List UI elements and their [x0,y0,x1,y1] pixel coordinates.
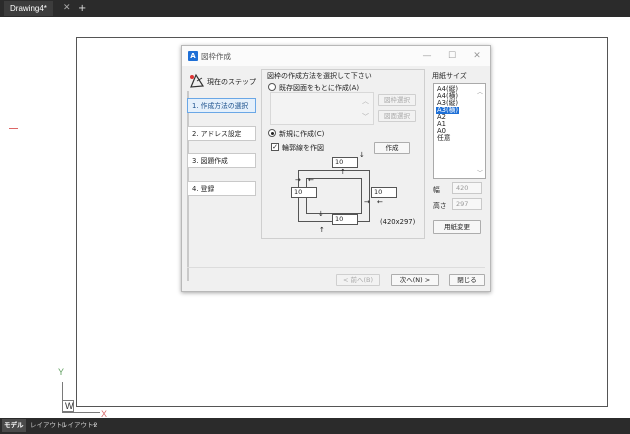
margin-right-field[interactable]: 10 [371,187,397,198]
margin-top-field[interactable]: 10 [332,157,358,168]
width-field[interactable]: 420 [452,182,482,194]
step-address-settings[interactable]: 2. アドレス設定 [187,126,256,141]
method-heading: 図枠の作成方法を選択して下さい [267,72,372,80]
paper-size-title: 用紙サイズ [432,72,467,80]
ucs-x-axis [62,412,100,413]
radio-new[interactable] [268,129,276,137]
ucs-w-label: W [65,401,74,411]
arrow-left-icon: ← [308,176,314,184]
new-tab-button[interactable]: + [78,1,86,16]
chevron-down-icon: ﹀ [362,113,369,121]
arrow-up-icon: ↑ [319,226,325,234]
close-button[interactable]: 閉じる [449,274,485,286]
radio-new-label[interactable]: 新規に作成(C) [279,129,324,139]
existing-drawing-list[interactable] [270,92,374,125]
border-checkbox[interactable]: ✓ [271,143,279,151]
step-title-block[interactable]: 3. 図題作成 [187,153,256,168]
app-logo-icon: A [188,51,198,61]
tab-model[interactable]: モデル [2,419,26,432]
radio-existing[interactable] [268,83,276,91]
maximize-button[interactable]: ☐ [443,48,461,64]
back-button[interactable]: < 前へ(B) [336,274,380,286]
step-register[interactable]: 4. 登録 [187,181,256,196]
current-step-label: 現在のステップ [207,78,256,86]
footer-separator [187,267,485,268]
step-select-method[interactable]: 1. 作成方法の選択 [187,98,256,113]
drawing-select-button[interactable]: 図面選択 [378,110,416,122]
width-label: 幅 [433,186,440,194]
margin-bottom-field[interactable]: 10 [332,214,358,225]
chevron-up-icon: ︿ [362,97,369,105]
paper-size-readout: (420x297) [380,218,416,226]
create-button[interactable]: 作成 [374,142,410,154]
margin-left-field[interactable]: 10 [291,187,317,198]
next-button[interactable]: 次へ(N) > [391,274,439,286]
dialog-title: 図枠作成 [201,52,231,61]
arrow-left-icon: ← [377,198,383,206]
height-field[interactable]: 297 [452,198,482,210]
tab-drawing4[interactable]: Drawing4* [4,1,53,16]
list-item[interactable]: 任意 [436,135,452,142]
arrow-right-icon: → [295,176,301,184]
frame-select-button[interactable]: 図枠選択 [378,94,416,106]
arrow-up-icon: ↑ [340,168,346,176]
arrow-right-icon: → [364,198,370,206]
add-layout-button[interactable]: + [92,419,97,432]
tab-close-icon[interactable]: ✕ [63,1,71,16]
crosshair-tick [9,128,18,129]
change-paper-button[interactable]: 用紙変更 [433,220,481,234]
arrow-down-icon: ↓ [318,210,324,218]
ucs-y-label: Y [58,367,65,377]
document-tab-bar [0,0,630,17]
step-wizard-icon [190,73,205,88]
scroll-up-icon[interactable]: ︿ [477,87,483,96]
arrow-down-icon: ↓ [359,151,365,159]
scroll-down-icon[interactable]: ﹀ [477,168,483,177]
frame-create-dialog: A 図枠作成 — ☐ ✕ 現在のステップ 1. 作成方法の選択 2. アドレス設… [181,45,491,292]
minimize-button[interactable]: — [418,48,436,64]
paper-size-list[interactable]: A4(縦) A4(横) A3(縦) A3(横) A2 A1 A0 任意 ︿ ﹀ [433,83,486,179]
margin-diagram: 10 10 10 10 ↓ ↑ → ← → ← ↓ ↑ (420x297) [288,151,415,234]
border-checkbox-label[interactable]: 輪郭線を作図 [282,143,324,153]
height-label: 高さ [433,202,447,210]
close-icon[interactable]: ✕ [468,48,486,64]
